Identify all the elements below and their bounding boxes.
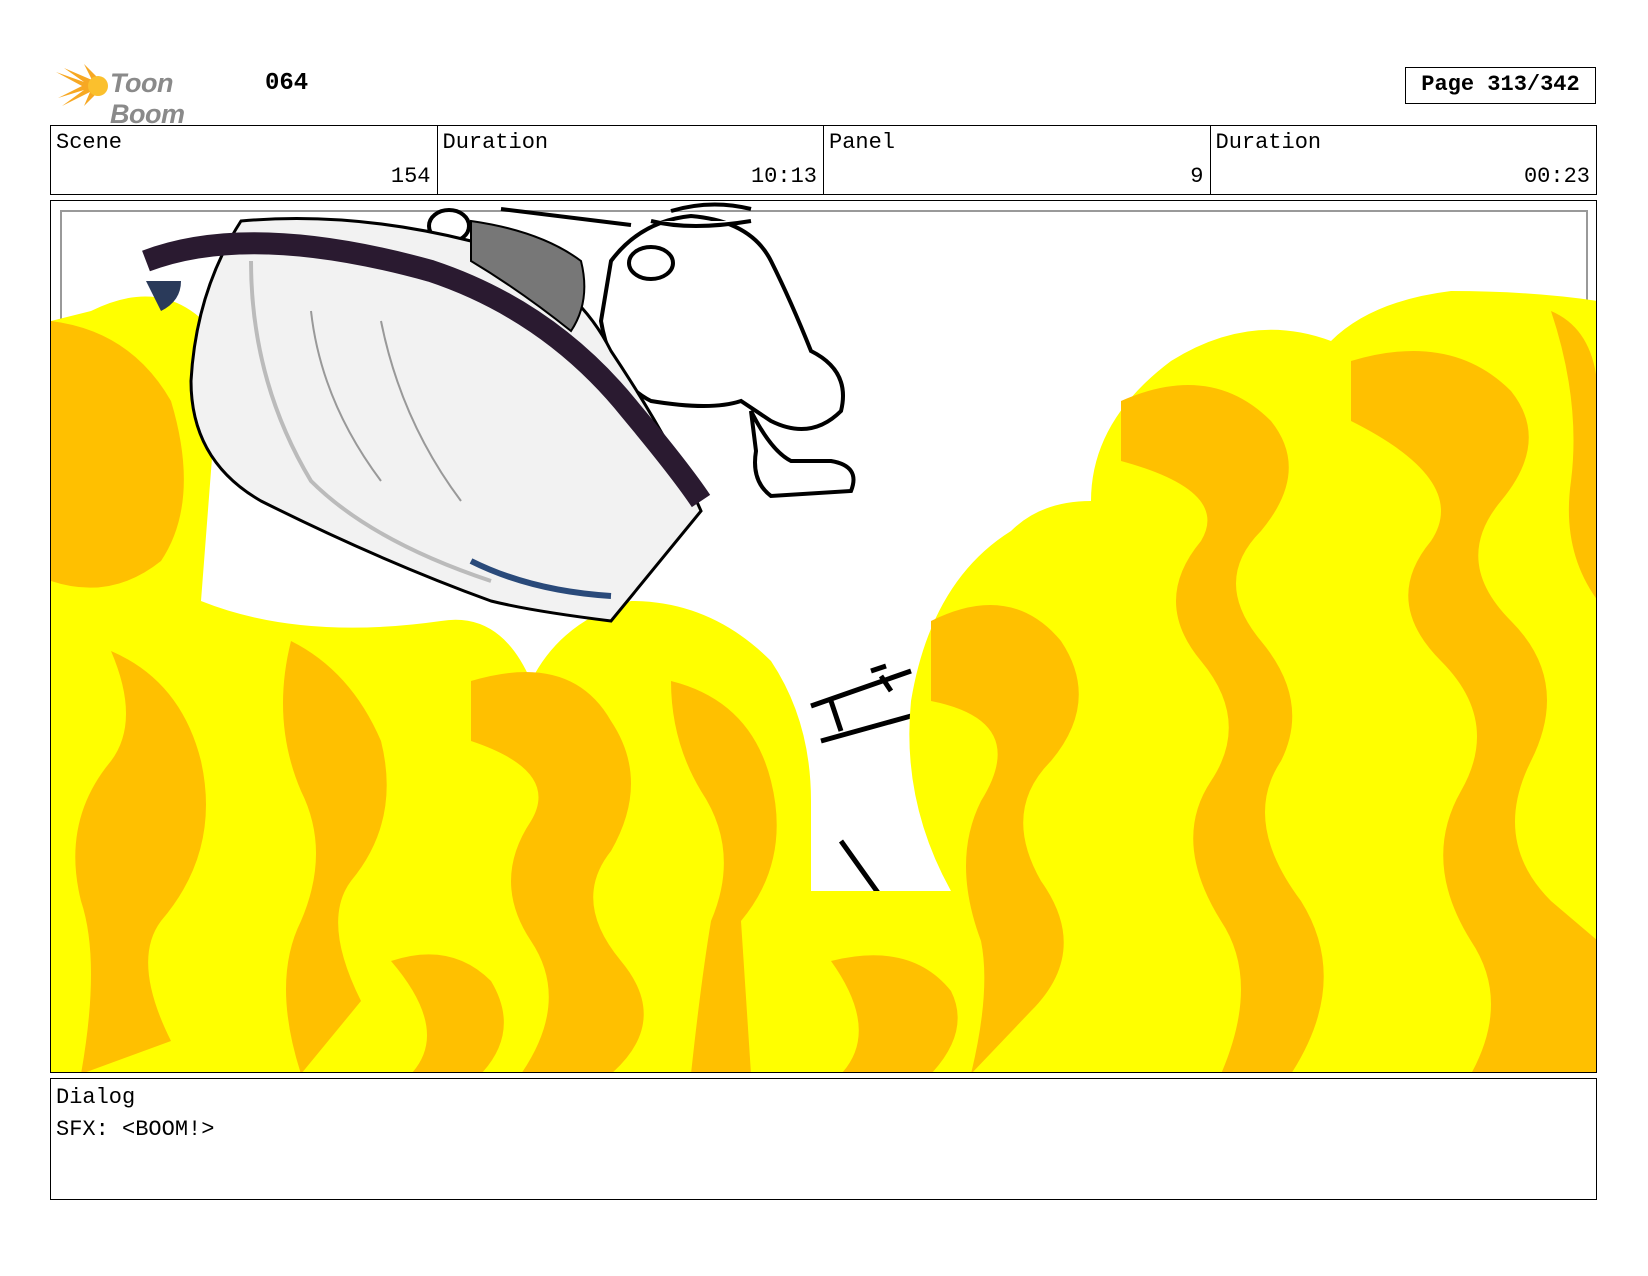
panel-label: Panel [829,130,896,155]
panel-value: 9 [1190,164,1204,189]
panel-artwork [51,202,1596,1072]
dialog-text: SFX: <BOOM!> [56,1117,215,1142]
brand-name: Toon Boom [110,68,185,129]
info-table: Scene 154 Duration 10:13 Panel 9 Duratio… [50,125,1597,195]
panel-cell: Panel 9 [824,126,1211,194]
project-code: 064 [265,70,309,97]
toon-boom-logo-icon [56,64,108,106]
duration-cell: Duration 10:13 [438,126,824,194]
duration-label: Duration [442,130,549,155]
scene-cell: Scene 154 [51,126,438,194]
toon-boom-logo: Toon Boom [54,60,254,129]
dialog-label: Dialog [56,1085,136,1110]
duration-value: 10:13 [750,164,817,189]
page-number: Page 313/342 [1405,67,1596,104]
dialog-box: Dialog SFX: <BOOM!> [50,1078,1597,1200]
panel-duration-value: 00:23 [1523,164,1590,189]
scene-label: Scene [56,130,123,155]
storyboard-panel [50,200,1597,1073]
panel-duration-cell: Duration 00:23 [1211,126,1597,194]
panel-duration-label: Duration [1215,130,1322,155]
scene-value: 154 [390,164,431,189]
